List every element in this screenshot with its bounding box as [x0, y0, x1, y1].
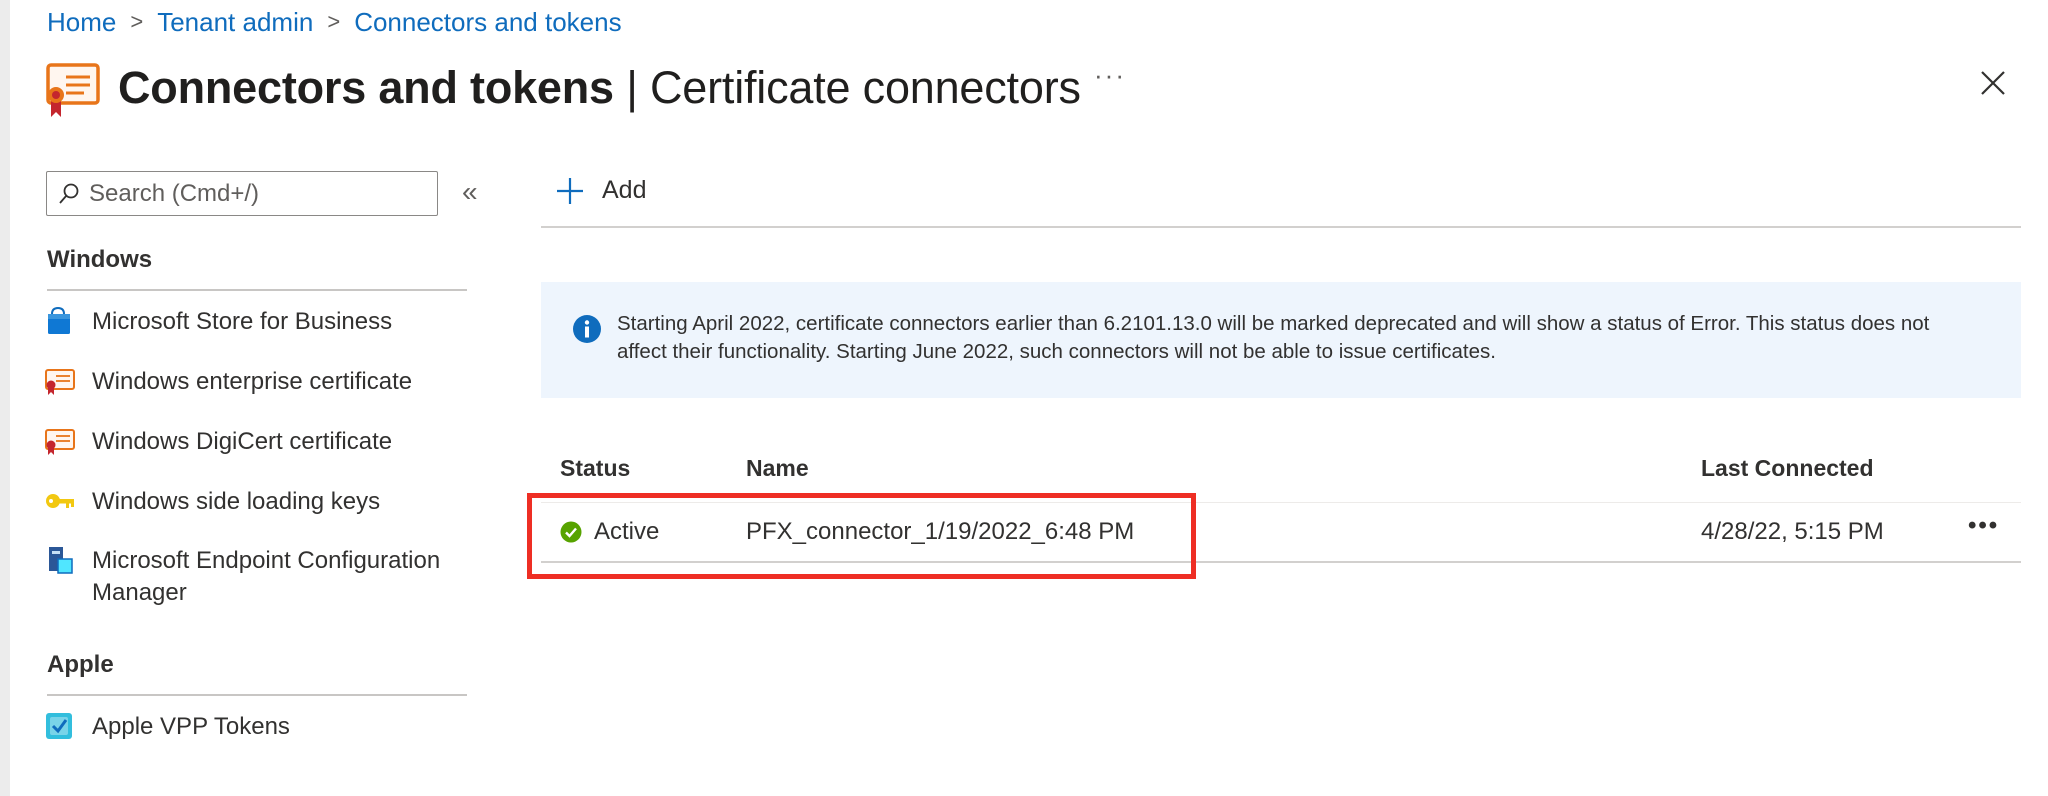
- highlight-annotation: [527, 493, 1196, 579]
- page-title: Connectors and tokens | Certificate conn…: [118, 62, 1081, 113]
- sidebar-item-windows-enterprise-certificate[interactable]: Windows enterprise certificate: [44, 366, 464, 398]
- column-header-status[interactable]: Status: [560, 455, 630, 482]
- plus-icon: [557, 177, 583, 204]
- vpp-token-icon: [46, 713, 72, 739]
- certificate-icon: [45, 369, 75, 395]
- column-header-name[interactable]: Name: [746, 455, 809, 482]
- sidebar-item-label: Windows side loading keys: [92, 488, 381, 515]
- info-banner-text: Starting April 2022, certificate connect…: [617, 312, 1930, 363]
- add-button-label: Add: [602, 176, 647, 204]
- close-icon[interactable]: [1976, 66, 2010, 100]
- last-connected-value: 4/28/22, 5:15 PM: [1701, 518, 1884, 545]
- chevron-right-icon: >: [327, 9, 341, 34]
- breadcrumb-connectors-and-tokens[interactable]: Connectors and tokens: [354, 7, 621, 38]
- nav-group-apple: Apple: [47, 651, 114, 678]
- sidebar-item-windows-side-loading-keys[interactable]: Windows side loading keys: [44, 486, 464, 518]
- key-icon: [46, 494, 74, 508]
- add-button[interactable]: Add: [556, 176, 646, 205]
- info-icon: [573, 315, 601, 343]
- breadcrumb: Home > Tenant admin > Connectors and tok…: [47, 6, 622, 38]
- sidebar-item-label: Windows enterprise certificate: [92, 368, 413, 395]
- more-options-button[interactable]: ···: [1094, 60, 1126, 91]
- collapse-sidebar-button[interactable]: «: [462, 176, 478, 208]
- column-header-last-connected[interactable]: Last Connected: [1701, 455, 1874, 482]
- sidebar-item-label: Microsoft Store for Business: [92, 308, 393, 335]
- page-header: Connectors and tokens | Certificate conn…: [44, 52, 1081, 124]
- sidebar-item-label: Microsoft Endpoint Configuration Manager: [92, 547, 441, 606]
- window-edge: [0, 0, 10, 796]
- sidebar-search: [46, 171, 438, 216]
- sidebar-item-label: Apple VPP Tokens: [92, 713, 290, 740]
- row-more-options-button[interactable]: •••: [1968, 512, 1999, 540]
- sidebar-item-microsoft-store-for-business[interactable]: Microsoft Store for Business: [44, 306, 464, 338]
- breadcrumb-home[interactable]: Home: [47, 7, 116, 38]
- search-input[interactable]: [89, 179, 429, 208]
- sidebar-item-apple-vpp-tokens[interactable]: Apple VPP Tokens: [44, 711, 464, 743]
- divider: [47, 694, 467, 696]
- search-icon: [59, 183, 79, 204]
- divider: [47, 289, 467, 291]
- certificate-icon: [45, 429, 75, 455]
- certificate-icon: [46, 63, 100, 117]
- sidebar-item-windows-digicert-certificate[interactable]: Windows DigiCert certificate: [44, 426, 464, 458]
- chevron-right-icon: >: [130, 9, 144, 34]
- breadcrumb-tenant-admin[interactable]: Tenant admin: [157, 7, 313, 38]
- configuration-manager-icon: [49, 547, 73, 574]
- sidebar-item-microsoft-endpoint-configuration-manager[interactable]: Microsoft Endpoint Configuration Manager: [44, 545, 464, 609]
- nav-group-windows: Windows: [47, 246, 153, 273]
- info-banner: Starting April 2022, certificate connect…: [541, 282, 2021, 398]
- toolbar-divider: [541, 226, 2021, 228]
- store-bag-icon: [48, 306, 70, 334]
- sidebar-item-label: Windows DigiCert certificate: [92, 428, 393, 455]
